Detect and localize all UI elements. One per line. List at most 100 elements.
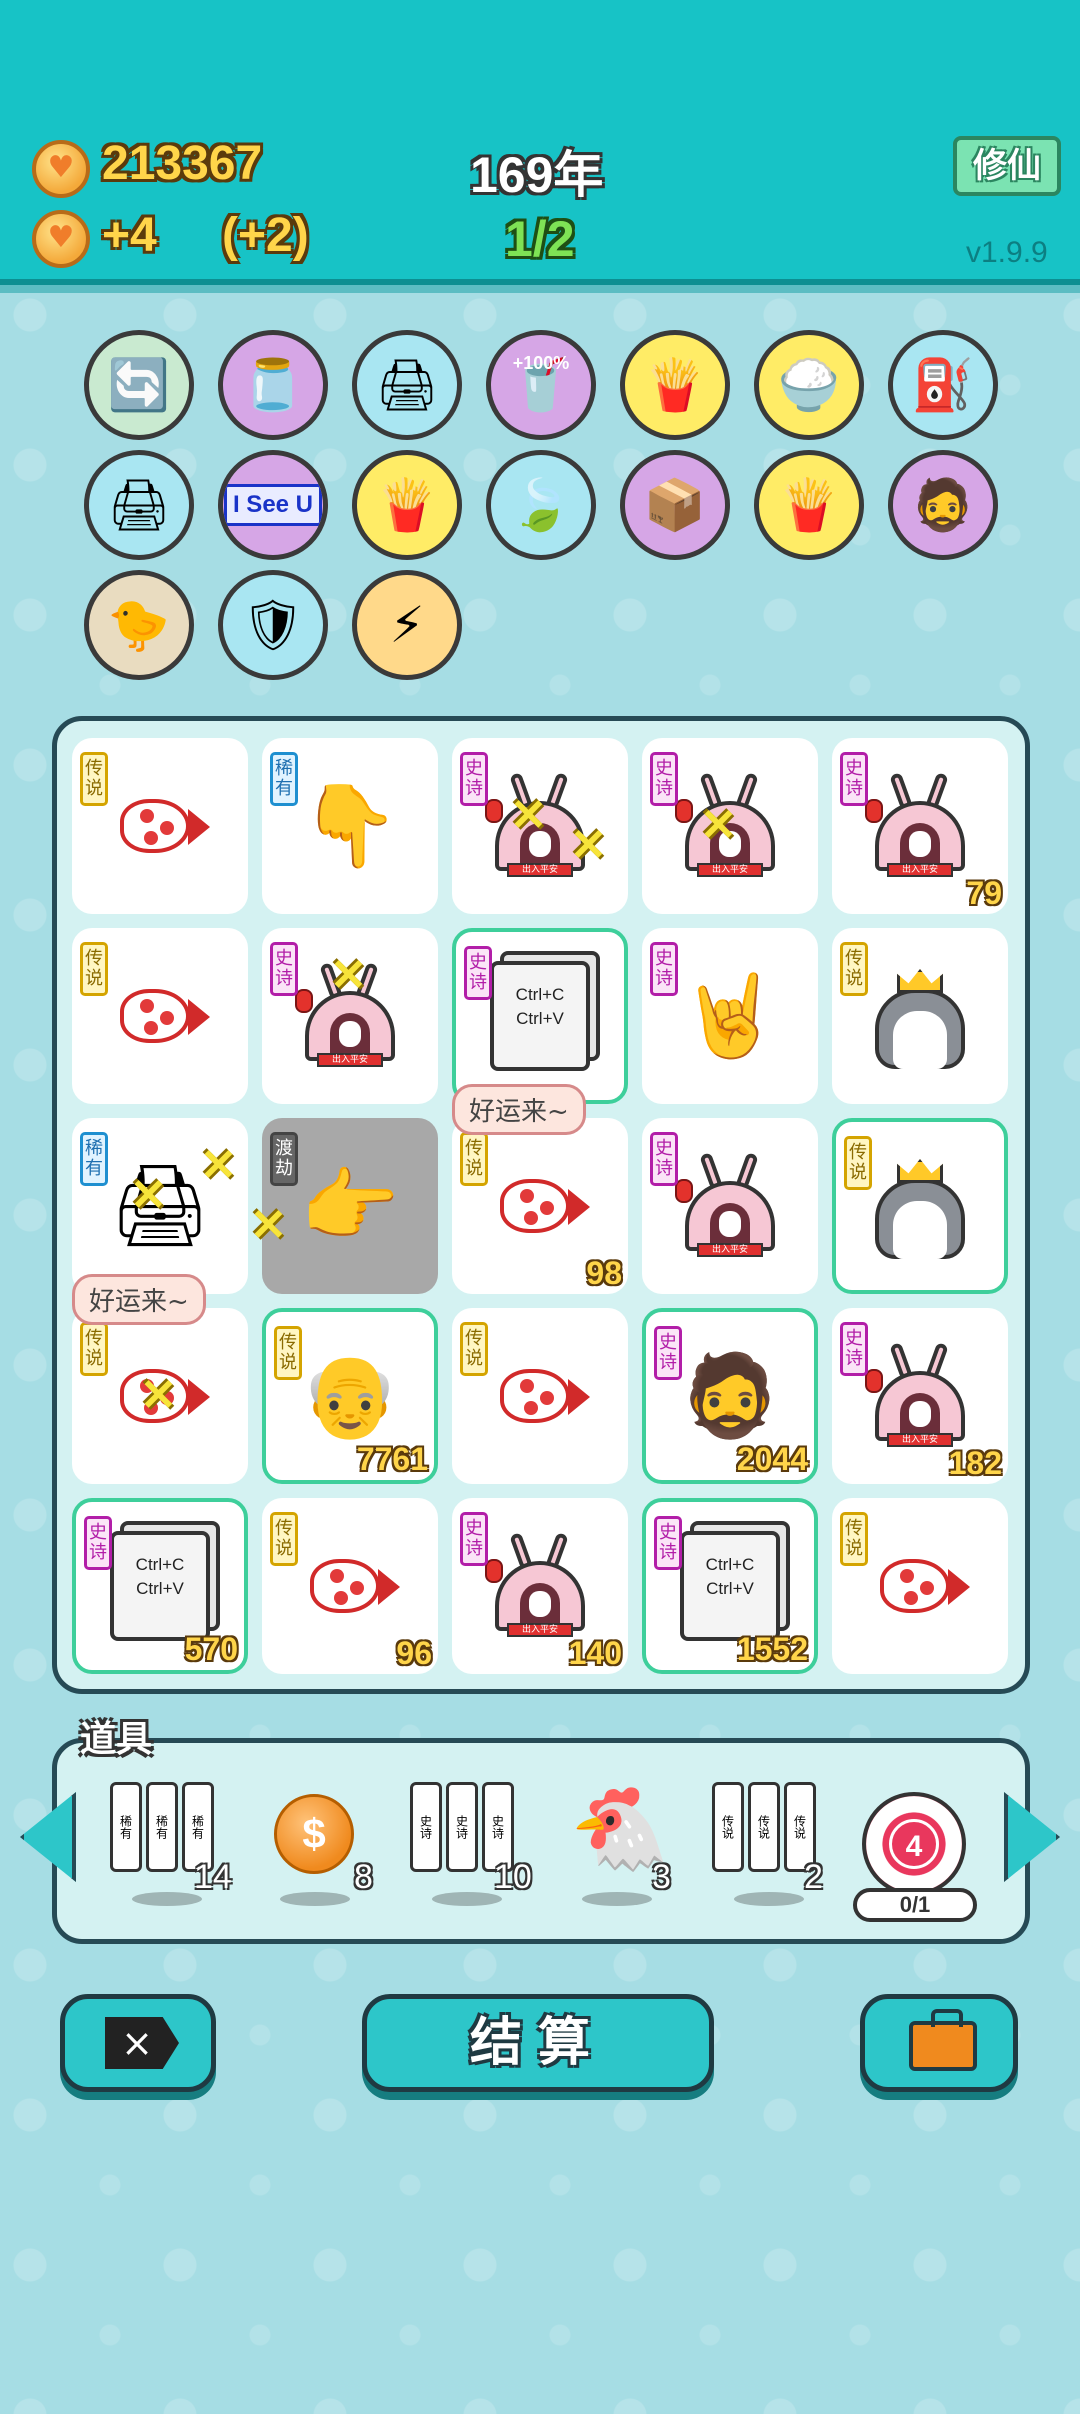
target-number: 4 [889,1819,939,1869]
item-count: 2 [804,1858,823,1896]
rarity-tag: 史诗 [270,942,298,996]
x-effect-icon: ✕ [700,801,737,850]
multiplier-head-icon[interactable]: 🧔 [888,450,998,560]
inventory-button[interactable] [860,1994,1018,2092]
board-cell[interactable]: 传说 [832,1118,1008,1294]
printer-icon[interactable]: 🖨 [84,450,194,560]
item-count: 10 [494,1858,532,1896]
settle-button[interactable]: 结算 [362,1994,714,2092]
target-icon[interactable]: 4 [862,1792,966,1896]
item-count: 3 [652,1858,671,1896]
board-cell[interactable]: Ctrl+C Ctrl+V 史诗 [452,928,628,1104]
board-cell[interactable]: 传说 [72,738,248,914]
item-shadow [432,1892,502,1906]
fries-icon[interactable]: 🍟 [754,450,864,560]
x-effect-icon: ✕ [250,1201,287,1250]
rarity-tag: 传说 [840,942,868,996]
rarity-tag: 渡劫 [270,1132,298,1186]
cell-count: 1552 [736,1631,808,1667]
rarity-tag: 传说 [460,1322,488,1376]
board-cell[interactable]: 传说 [452,1308,628,1484]
item-shadow [280,1892,350,1906]
leaf-icon[interactable]: 🍃 [486,450,596,560]
item-shadow [582,1892,652,1906]
close-button[interactable]: × [60,1994,216,2092]
settle-label: 结算 [469,2013,606,2073]
rarity-tag: 稀有 [270,752,298,806]
board-cell[interactable]: 出入平安 史诗 140 [452,1498,628,1674]
jar-icon[interactable]: 🫙 [218,330,328,440]
rarity-tag: 史诗 [650,942,678,996]
item-legend-scroll[interactable]: 传说 传说 传说 2 [712,1782,842,1906]
target-progress: 0/1 [853,1888,977,1922]
x-effect-icon: ✕ [330,951,367,1000]
item-count: 8 [354,1858,373,1896]
rarity-tag: 传说 [80,752,108,806]
item-chicken[interactable]: 🐔 3 [570,1782,680,1906]
item-shadow [132,1892,202,1906]
rarity-tag: 史诗 [460,1512,488,1566]
shield-wrench-icon[interactable]: 🛡 [218,570,328,680]
lightning-icon[interactable]: ⚡ [352,570,462,680]
briefcase-icon [909,2009,977,2071]
cell-count: 182 [948,1445,1002,1481]
fries-icon[interactable]: 🍟 [620,330,730,440]
relic-label: I See U [223,484,323,526]
pump-icon[interactable]: ⛽ [888,330,998,440]
board-cell[interactable]: Ctrl+C Ctrl+V 史诗 570 [72,1498,248,1674]
board-cell[interactable]: 传说 [832,928,1008,1104]
board-cell[interactable]: 👉 渡劫 [262,1118,438,1294]
item-coin[interactable]: $ 8 [270,1782,380,1906]
income-value: +4 [102,209,157,262]
rice-bowl-icon[interactable]: 🍚 [754,330,864,440]
x-effect-icon: ✕ [130,1171,167,1220]
rarity-tag: 史诗 [654,1326,682,1380]
refresh-icon[interactable]: 🔄 [84,330,194,440]
board-cell[interactable]: 👇 稀有 [262,738,438,914]
cell-count: 98 [586,1255,622,1291]
coin-icon [32,140,90,198]
item-count: 14 [194,1858,232,1896]
speech-bubble: 好运来~ [452,1084,586,1135]
board-cell[interactable]: 传说 98 [452,1118,628,1294]
rarity-tag: 史诗 [840,1322,868,1376]
board-cell[interactable]: 出入平安 史诗 79 [832,738,1008,914]
fries-icon[interactable]: 🍟 [352,450,462,560]
board-cell[interactable]: 出入平安 史诗 182 [832,1308,1008,1484]
cultivate-button[interactable]: 修仙 [953,136,1061,196]
rarity-tag: 传说 [270,1512,298,1566]
rarity-tag: 传说 [460,1132,488,1186]
box-icon[interactable]: 📦 [620,450,730,560]
cell-count: 96 [396,1635,432,1671]
board-cell[interactable]: 🤘 史诗 [642,928,818,1104]
board-cell[interactable]: 传说 [832,1498,1008,1674]
rarity-tag: 史诗 [650,752,678,806]
year-counter: 169年 [470,147,604,203]
x-effect-icon: ✕ [510,791,547,840]
rarity-tag: 传说 [840,1512,868,1566]
board-cell[interactable]: 👴 传说 7761 [262,1308,438,1484]
board-cell[interactable]: 出入平安 史诗 [642,1118,818,1294]
rarity-tag: 史诗 [840,752,868,806]
i-see-u-icon[interactable]: I See U [218,450,328,560]
x-effect-icon: ✕ [140,1371,177,1420]
item-rare-scroll[interactable]: 稀有 稀有 稀有 14 [110,1782,232,1906]
board-cell[interactable]: 传说 [72,928,248,1104]
close-icon: × [105,2017,179,2069]
printer-icon[interactable]: 🖨 [352,330,462,440]
rarity-tag: 史诗 [460,752,488,806]
board-cell[interactable]: 🧔 史诗 2044 [642,1308,818,1484]
rarity-tag: 传说 [80,1322,108,1376]
cup-icon[interactable]: 🥤 +100% [486,330,596,440]
chick-icon[interactable]: 🐤 [84,570,194,680]
rarity-tag: 史诗 [654,1516,682,1570]
rarity-tag: 传说 [844,1136,872,1190]
item-epic-scroll[interactable]: 史诗 史诗 史诗 10 [410,1782,550,1906]
board-cell[interactable]: Ctrl+C Ctrl+V 史诗 1552 [642,1498,818,1674]
item-shadow [734,1892,804,1906]
dollar-coin-icon: $ [274,1794,354,1874]
round-progress: 1/2 [505,211,575,267]
rarity-tag: 史诗 [650,1132,678,1186]
cell-count: 140 [568,1635,622,1671]
board-cell[interactable]: 传说 96 [262,1498,438,1674]
